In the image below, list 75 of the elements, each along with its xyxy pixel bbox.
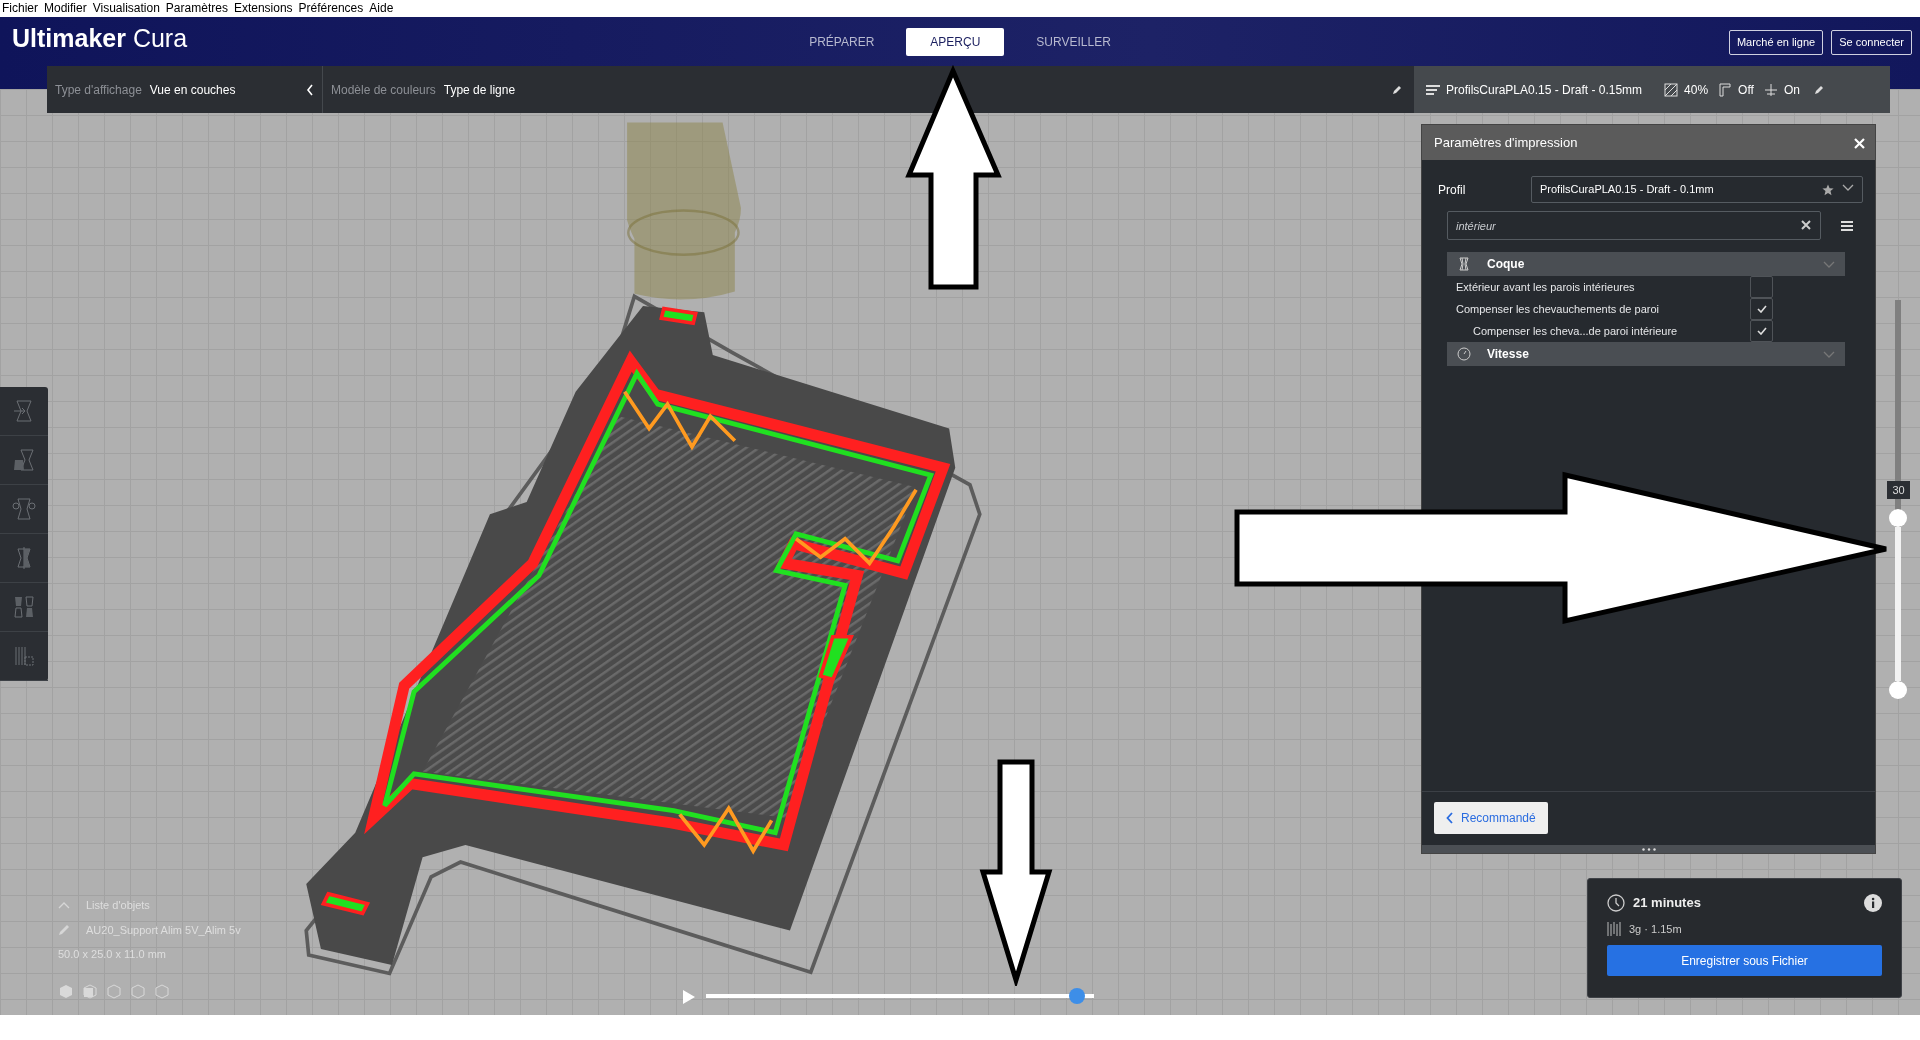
setting-label: Compenser les cheva...de paroi intérieure bbox=[1473, 323, 1678, 339]
support-icon bbox=[1718, 83, 1733, 98]
slider-handle[interactable] bbox=[1889, 509, 1907, 528]
checkbox[interactable] bbox=[1750, 276, 1773, 298]
adhesion-icon bbox=[1763, 83, 1778, 98]
four-shapes-icon bbox=[12, 595, 36, 619]
play-icon bbox=[682, 988, 696, 1005]
sign-in-button[interactable]: Se connecter bbox=[1831, 30, 1912, 55]
menu-item[interactable]: Préférences bbox=[298, 0, 364, 17]
simulation-slider[interactable] bbox=[706, 988, 1094, 1004]
chevron-down-icon bbox=[1842, 183, 1854, 192]
list-icon bbox=[1426, 83, 1440, 96]
color-scheme-value[interactable]: Type de ligne bbox=[443, 80, 516, 99]
info-icon bbox=[1864, 894, 1882, 913]
search-field[interactable]: intérieur bbox=[1447, 211, 1821, 240]
menu-item[interactable]: Paramètres bbox=[165, 0, 228, 17]
profile-label: Profil bbox=[1438, 181, 1467, 199]
profile-dropdown[interactable]: ProfilsCuraPLA0.15 - Draft - 0.1mm bbox=[1531, 176, 1863, 203]
gauge-icon bbox=[1457, 347, 1471, 361]
menu-item[interactable]: Fichier bbox=[2, 0, 38, 17]
infill-value: 40% bbox=[1684, 81, 1709, 99]
infill-icon bbox=[1664, 83, 1679, 98]
chevron-down-icon bbox=[1823, 260, 1835, 269]
close-icon bbox=[1854, 137, 1865, 149]
save-to-file-button[interactable]: Enregistrer sous Fichier bbox=[1607, 945, 1882, 976]
print-time: 21 minutes bbox=[1633, 894, 1701, 912]
marketplace-button[interactable]: Marché en ligne bbox=[1728, 30, 1824, 55]
material-estimate: 3g · 1.15m bbox=[1629, 921, 1682, 937]
color-scheme-label: Modèle de couleurs bbox=[331, 81, 436, 99]
stage-tab[interactable]: SURVEILLER bbox=[1012, 28, 1135, 56]
pencil-icon bbox=[58, 923, 70, 936]
menu-item[interactable]: Modifier bbox=[44, 0, 87, 17]
chevron-left-icon bbox=[306, 84, 314, 97]
hourglass-rotate-icon bbox=[12, 497, 36, 521]
stage-tab[interactable]: APERÇU bbox=[906, 28, 1005, 56]
menu-item[interactable]: Visualisation bbox=[92, 0, 160, 17]
filament-icon bbox=[1607, 920, 1621, 937]
checkmark-icon bbox=[1756, 305, 1767, 313]
recommended-button[interactable]: Recommandé bbox=[1434, 802, 1548, 834]
clear-icon bbox=[1801, 220, 1811, 230]
view-type-value[interactable]: Vue en couches bbox=[149, 80, 236, 99]
checkmark-icon bbox=[1756, 327, 1767, 335]
clear-button[interactable] bbox=[1801, 220, 1811, 230]
dots-icon bbox=[1641, 847, 1656, 851]
bars-cube-icon bbox=[12, 644, 36, 668]
layer-number-tooltip: 30 bbox=[1887, 481, 1910, 500]
category-header[interactable]: Vitesse bbox=[1447, 342, 1845, 366]
support-value: Off bbox=[1738, 81, 1754, 99]
slider-handle[interactable] bbox=[1889, 681, 1907, 699]
chevron-left-icon bbox=[1446, 812, 1453, 824]
clock-icon bbox=[1607, 893, 1625, 912]
menu-item[interactable]: Extensions bbox=[233, 0, 293, 17]
menu-icon bbox=[1841, 221, 1853, 232]
checkbox[interactable] bbox=[1750, 298, 1773, 320]
shell-icon bbox=[1457, 257, 1471, 271]
star-icon bbox=[1822, 183, 1834, 196]
solid-cube-icon bbox=[58, 983, 74, 1000]
stage-tab[interactable]: PRÉPARER bbox=[785, 28, 899, 56]
app-logo: Ultimaker Cura bbox=[11, 24, 188, 52]
menu-item[interactable]: Aide bbox=[369, 0, 394, 17]
pencil-icon bbox=[1392, 85, 1402, 96]
profile-summary[interactable]: ProfilsCuraPLA0.15 - Draft - 0.15mm bbox=[1446, 80, 1643, 99]
cube-front-icon bbox=[82, 983, 98, 1000]
panel-title: Paramètres d'impression bbox=[1434, 133, 1578, 152]
category-header[interactable]: Coque bbox=[1447, 252, 1845, 276]
view-type-label: Type d'affichage bbox=[55, 81, 142, 99]
chevron-down-icon bbox=[1823, 350, 1835, 359]
pencil-icon bbox=[1813, 85, 1824, 96]
setting-label: Extérieur avant les parois intérieures bbox=[1456, 279, 1635, 295]
hourglass-pair-icon bbox=[12, 448, 36, 472]
setting-label: Compenser les chevauchements de paroi bbox=[1456, 301, 1659, 317]
chevron-up-icon bbox=[58, 901, 70, 909]
adhesion-value: On bbox=[1783, 81, 1800, 99]
resize-handle[interactable] bbox=[1422, 845, 1875, 853]
slider-handle[interactable] bbox=[1068, 988, 1085, 1004]
